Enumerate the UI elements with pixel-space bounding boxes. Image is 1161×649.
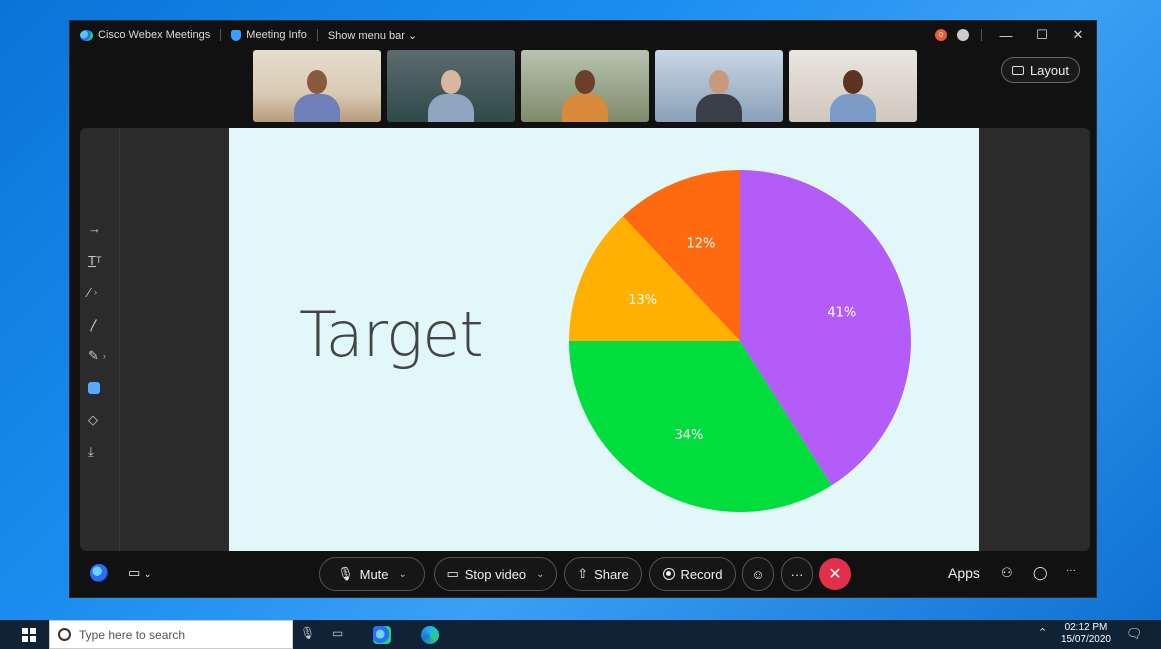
webex-taskbar-icon[interactable]	[373, 626, 391, 644]
share-icon: ⇧	[577, 566, 589, 581]
stop-video-button[interactable]: ▭ Stop video ⌄	[434, 557, 557, 591]
chevron-down-icon: ⌄	[536, 568, 545, 580]
task-view-icon[interactable]: ▭	[332, 626, 350, 644]
windows-taskbar: Type here to search 🎙︎ ▭ ⌃ 02:12 PM 15/0…	[0, 620, 1161, 649]
layout-button[interactable]: Layout	[1000, 57, 1080, 83]
show-menu-bar-label: Show menu bar	[327, 29, 405, 42]
participant-strip	[253, 50, 917, 122]
presentation-slide: Target 41% 34% 13% 12%	[229, 128, 979, 551]
more-label: ···	[790, 566, 804, 582]
record-button[interactable]: Record	[649, 557, 736, 591]
more-options-button[interactable]: ···	[781, 557, 813, 591]
mute-label: Mute	[359, 566, 389, 582]
emoji-icon: ☺	[751, 566, 765, 582]
clock-date: 15/07/2020	[1060, 634, 1111, 645]
divider	[220, 29, 222, 41]
divider	[981, 29, 982, 41]
pie-chart: 41% 34% 13% 12%	[569, 170, 911, 512]
close-icon: ✕	[828, 566, 842, 583]
windows-start-icon[interactable]	[22, 627, 36, 642]
cortana-icon	[58, 628, 71, 641]
close-window-button[interactable]: ✕	[1060, 27, 1096, 43]
webex-window: Cisco Webex Meetings Meeting Info Show m…	[69, 20, 1097, 598]
annotation-toolbar: → TT ∕ › 〳 ✎ › ◇ ⤓	[80, 128, 120, 551]
microphone-icon: 🎙︎	[337, 566, 354, 581]
captions-button[interactable]: ▭ ⌄	[128, 565, 151, 581]
eraser-tool-icon[interactable]: ◇	[88, 410, 114, 430]
pen-tool-icon[interactable]: 〳	[88, 314, 114, 334]
participant-video[interactable]	[789, 50, 917, 122]
arrow-tool-icon[interactable]: →	[88, 218, 114, 238]
divider	[316, 29, 318, 41]
notifications-icon[interactable]: 🗨︎	[1126, 626, 1144, 644]
chat-icon[interactable]: ◯	[1033, 565, 1048, 581]
participant-video[interactable]	[521, 50, 649, 122]
chevron-up-icon[interactable]: ⌃	[1038, 626, 1056, 644]
chevron-down-icon: ⌄	[407, 29, 418, 42]
share-button[interactable]: ⇧ Share	[564, 557, 642, 591]
pie-slice-label: 41%	[827, 305, 856, 320]
chevron-down-icon: ⌄	[143, 569, 152, 579]
maximize-button[interactable]: ☐	[1024, 27, 1060, 43]
layout-icon	[1011, 65, 1024, 75]
participant-video[interactable]	[387, 50, 515, 122]
participant-video[interactable]	[253, 50, 381, 122]
app-title: Cisco Webex Meetings	[98, 29, 211, 41]
end-meeting-button[interactable]: ✕	[819, 558, 851, 590]
participants-icon[interactable]: ⚇	[1001, 565, 1013, 581]
color-swatch[interactable]	[88, 378, 114, 398]
title-bar: Cisco Webex Meetings Meeting Info Show m…	[70, 21, 1096, 49]
share-label: Share	[594, 566, 629, 582]
edge-browser-icon[interactable]	[421, 626, 439, 644]
highlighter-tool-icon[interactable]: ✎ ›	[88, 346, 114, 366]
clock-time: 02:12 PM	[1064, 622, 1108, 633]
line-tool-icon[interactable]: ∕ ›	[88, 282, 114, 302]
assistant-icon[interactable]	[90, 564, 108, 582]
chevron-down-icon: ⌄	[398, 568, 407, 580]
layout-label: Layout	[1029, 62, 1069, 78]
search-placeholder: Type here to search	[79, 627, 186, 642]
stop-video-label: Stop video	[464, 566, 527, 582]
slide-title: Target	[299, 298, 484, 371]
record-label: Record	[680, 566, 723, 582]
video-camera-icon: ▭	[446, 566, 459, 581]
captions-icon: ▭	[128, 565, 141, 580]
mute-button[interactable]: 🎙︎ Mute ⌄	[319, 557, 425, 591]
show-menu-bar-button[interactable]: Show menu bar ⌄	[328, 29, 417, 42]
status-icon[interactable]	[957, 29, 969, 41]
meeting-controls: ▭ ⌄ 🎙︎ Mute ⌄ ▭ Stop video ⌄ ⇧ Share Rec…	[70, 553, 1096, 597]
search-box[interactable]: Type here to search	[49, 620, 293, 649]
system-clock[interactable]: 02:12 PM 15/07/2020	[1061, 622, 1111, 646]
webex-logo-icon	[80, 29, 93, 41]
save-download-icon[interactable]: ⤓	[88, 442, 114, 462]
pie-slice-label: 12%	[687, 236, 716, 251]
participant-video[interactable]	[655, 50, 783, 122]
reactions-button[interactable]: ☺	[742, 557, 774, 591]
notification-badge[interactable]: 0	[935, 29, 947, 41]
meeting-info-button[interactable]: Meeting Info	[246, 29, 307, 41]
pie-slice-label: 34%	[674, 428, 703, 443]
text-tool-icon[interactable]: TT	[88, 250, 114, 270]
microphone-icon[interactable]: 🎙︎	[300, 626, 318, 644]
apps-button[interactable]: Apps	[948, 565, 980, 581]
shared-content-area: → TT ∕ › 〳 ✎ › ◇ ⤓ Target 41% 34% 13% 12%	[80, 128, 1090, 551]
shield-icon	[231, 29, 242, 41]
record-icon	[662, 568, 675, 580]
pie-slice-label: 13%	[628, 293, 657, 308]
more-icon[interactable]: ···	[1066, 565, 1076, 576]
minimize-button[interactable]: —	[988, 28, 1024, 43]
